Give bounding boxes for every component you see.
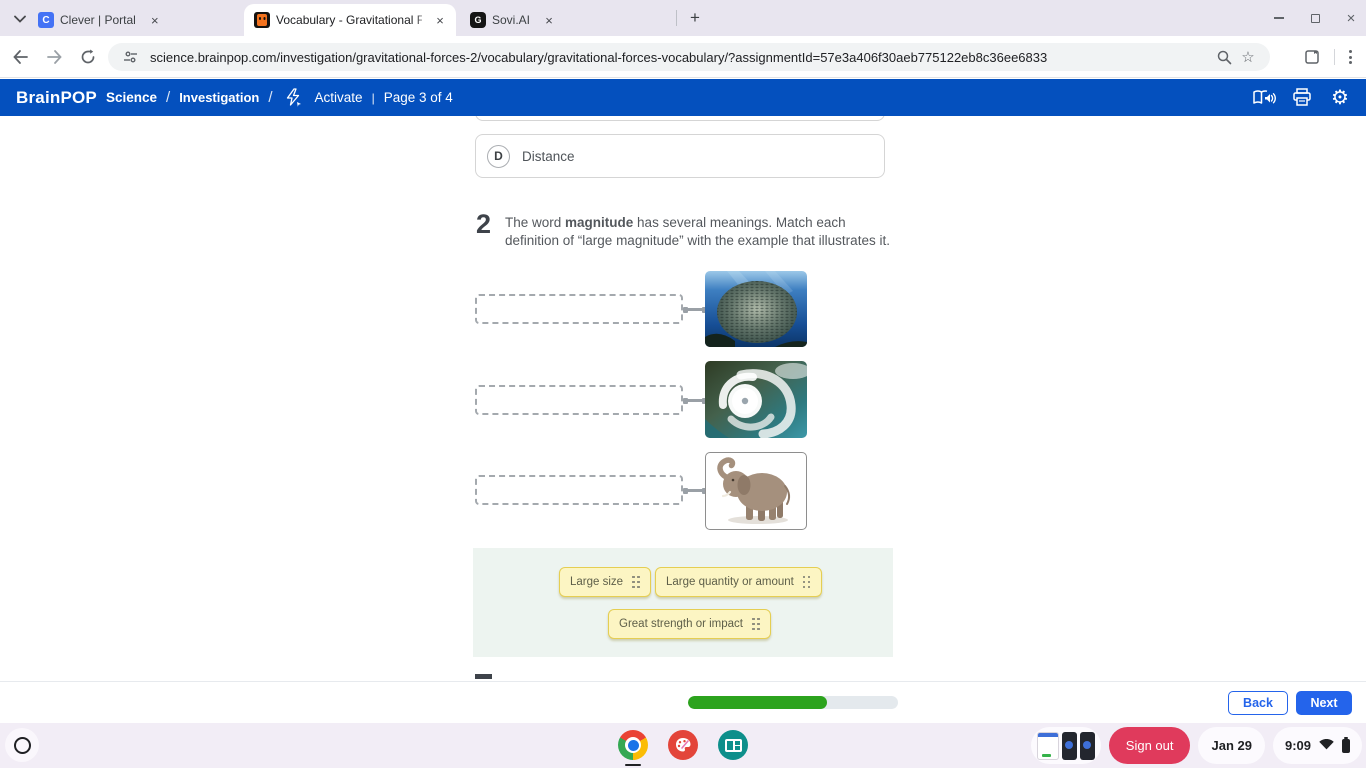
- screenshot-thumbnail[interactable]: [1080, 732, 1095, 760]
- page-indicator: Page 3 of 4: [384, 90, 453, 105]
- match-image-school-of-fish: [705, 271, 807, 347]
- activity-footer: Back Next: [0, 681, 1366, 723]
- match-image-hurricane: [705, 361, 807, 438]
- chip-large-size[interactable]: Large size: [559, 567, 651, 597]
- url-text[interactable]: science.brainpop.com/investigation/gravi…: [150, 50, 1212, 65]
- question-number: 2: [476, 209, 491, 240]
- question-keyword: magnitude: [565, 215, 633, 230]
- toolbar-separator: [1334, 49, 1335, 65]
- page-divider: |: [372, 91, 375, 105]
- classroom-app-icon[interactable]: [718, 730, 748, 760]
- chromeos-shelf: Sign out Jan 29 9:09: [0, 723, 1366, 768]
- next-button[interactable]: Next: [1296, 691, 1352, 715]
- chrome-app-icon[interactable]: [618, 730, 648, 760]
- new-tab-button[interactable]: +: [684, 7, 706, 29]
- window-controls: ×: [1272, 0, 1358, 36]
- tab-title: Clever | Portal: [60, 13, 136, 27]
- print-icon[interactable]: [1290, 86, 1314, 110]
- question-text: The word magnitude has several meanings.…: [505, 214, 895, 250]
- status-area: Sign out Jan 29 9:09: [1031, 727, 1362, 764]
- chip-label: Large quantity or amount: [666, 576, 794, 588]
- date-display[interactable]: Jan 29: [1198, 727, 1264, 764]
- next-question-number-clipped: [475, 674, 492, 679]
- tab-title: Vocabulary - Gravitational Forc: [276, 13, 422, 27]
- active-app-indicator: [625, 764, 641, 767]
- sign-out-button[interactable]: Sign out: [1109, 727, 1191, 764]
- chromeos-screen: C Clever | Portal × Vocabulary - Gravita…: [0, 0, 1366, 768]
- close-window-icon[interactable]: ×: [1344, 11, 1358, 25]
- progress-bar: [688, 696, 898, 709]
- read-aloud-icon[interactable]: [1252, 86, 1276, 110]
- activate-bolt-icon: [282, 86, 306, 110]
- system-tray[interactable]: 9:09: [1273, 727, 1362, 764]
- product-name: Science: [106, 90, 157, 105]
- tab-sovi-ai[interactable]: G Sovi.AI ×: [460, 4, 672, 36]
- holding-space-tray[interactable]: [1031, 727, 1101, 764]
- drag-handle-icon[interactable]: [752, 618, 760, 631]
- breadcrumb-separator: /: [166, 89, 170, 106]
- tab-close-icon[interactable]: ×: [146, 11, 164, 29]
- zoom-icon[interactable]: [1212, 45, 1236, 69]
- chip-large-quantity[interactable]: Large quantity or amount: [655, 567, 822, 597]
- progress-fill: [688, 696, 827, 709]
- address-bar[interactable]: science.brainpop.com/investigation/gravi…: [108, 43, 1270, 71]
- paint-app-icon[interactable]: [668, 730, 698, 760]
- site-settings-tune-icon[interactable]: [118, 45, 142, 69]
- battery-icon: [1342, 739, 1350, 753]
- bookmark-star-icon[interactable]: ☆: [1236, 45, 1260, 69]
- breadcrumb-separator: /: [268, 89, 272, 106]
- back-icon[interactable]: [6, 43, 34, 71]
- clever-favicon: C: [38, 12, 54, 28]
- side-panel-icon[interactable]: [1300, 45, 1324, 69]
- sovi-favicon: G: [470, 12, 486, 28]
- back-button[interactable]: Back: [1228, 691, 1288, 715]
- match-image-elephant: [705, 452, 807, 530]
- tab-close-icon[interactable]: ×: [432, 11, 448, 29]
- option-letter-badge: D: [487, 145, 510, 168]
- breadcrumb-activate: Activate: [315, 90, 363, 105]
- forward-icon[interactable]: [40, 43, 68, 71]
- chip-great-strength[interactable]: Great strength or impact: [608, 609, 771, 639]
- tab-title-fade: [414, 10, 432, 32]
- brainpop-header: BrainPOP Science / Investigation / Activ…: [0, 79, 1366, 116]
- tab-clever-portal[interactable]: C Clever | Portal ×: [28, 4, 240, 36]
- match-slot-3[interactable]: [475, 475, 683, 505]
- tab-title: Sovi.AI: [492, 13, 530, 27]
- breadcrumb-investigation[interactable]: Investigation: [179, 90, 259, 105]
- brainpop-favicon: [254, 12, 270, 28]
- option-label: Distance: [522, 149, 575, 164]
- maximize-icon[interactable]: [1308, 11, 1322, 25]
- toolbar-right: [1300, 43, 1356, 71]
- tab-vocabulary-active[interactable]: Vocabulary - Gravitational Forc ×: [244, 4, 456, 36]
- screenshot-thumbnail[interactable]: [1062, 732, 1077, 760]
- answer-option-distance[interactable]: D Distance: [475, 134, 885, 178]
- activity-page: D Distance 2 The word magnitude has seve…: [0, 116, 1366, 681]
- clock: 9:09: [1285, 738, 1311, 753]
- settings-gear-icon[interactable]: ⚙: [1328, 86, 1352, 110]
- browser-menu-kebab-icon[interactable]: [1345, 46, 1356, 68]
- match-slot-1[interactable]: [475, 294, 683, 324]
- wifi-icon: [1319, 738, 1334, 753]
- reload-icon[interactable]: [74, 43, 102, 71]
- minimize-icon[interactable]: [1272, 11, 1286, 25]
- connector-line: [687, 489, 703, 492]
- chip-label: Large size: [570, 576, 623, 588]
- browser-tab-strip: C Clever | Portal × Vocabulary - Gravita…: [0, 0, 1366, 36]
- tab-close-icon[interactable]: ×: [540, 11, 558, 29]
- browser-toolbar: science.brainpop.com/investigation/gravi…: [0, 36, 1366, 78]
- document-thumbnail[interactable]: [1037, 732, 1059, 760]
- chip-label: Great strength or impact: [619, 618, 743, 630]
- connector-line: [687, 308, 703, 311]
- drag-handle-icon[interactable]: [803, 576, 811, 589]
- connector-line: [687, 399, 703, 402]
- match-slot-2[interactable]: [475, 385, 683, 415]
- tab-separator: [676, 10, 677, 26]
- chip-bank: Large size Large quantity or amount Grea…: [473, 548, 893, 657]
- brainpop-logo[interactable]: BrainPOP: [16, 88, 97, 108]
- drag-handle-icon[interactable]: [632, 576, 640, 589]
